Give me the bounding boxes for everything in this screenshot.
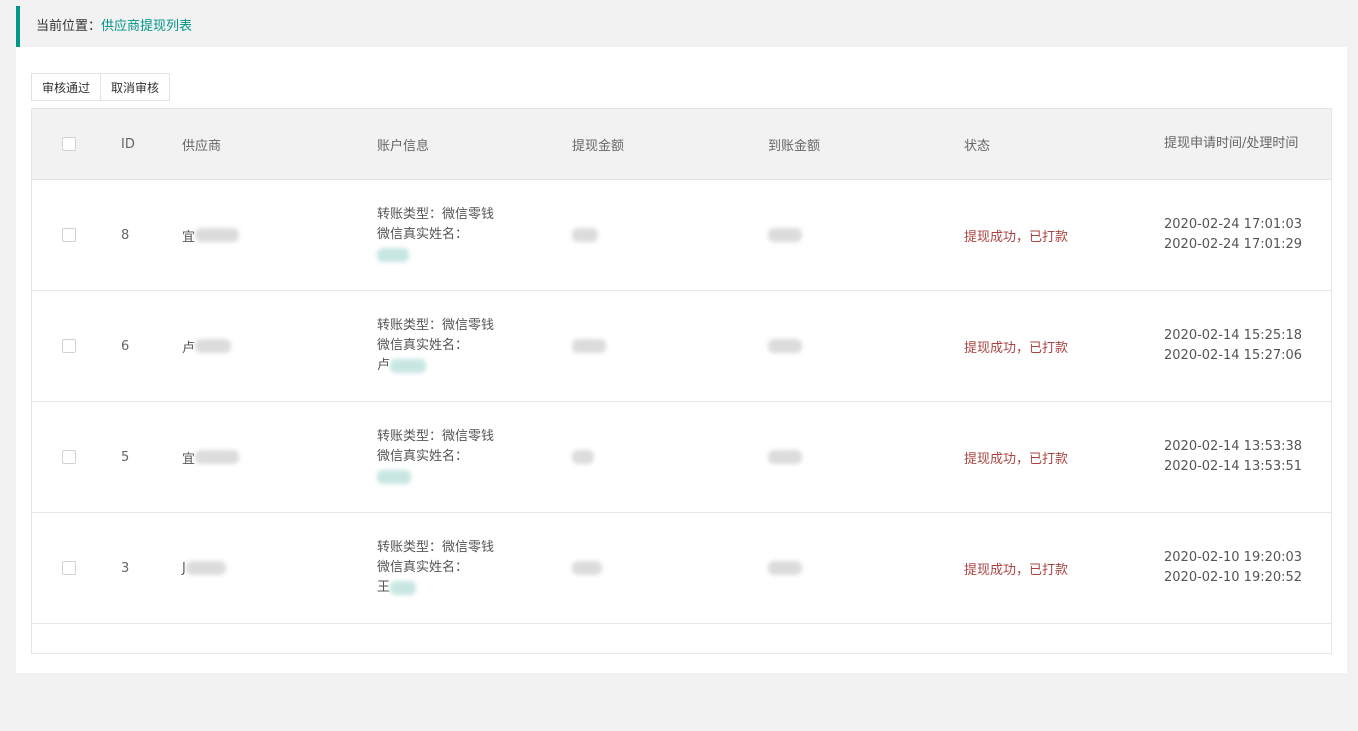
header-account: 账户信息	[377, 138, 430, 154]
supplier-name: 宜	[182, 451, 196, 467]
real-name-label: 微信真实姓名：	[377, 227, 469, 242]
redacted-amount	[572, 450, 594, 464]
table-row: 3 J 转账类型：微信零钱 微信真实姓名： 王 提现成功，已打款 2020-02…	[32, 512, 1331, 623]
transfer-type: 转账类型：微信零钱	[377, 540, 495, 555]
select-all-checkbox[interactable]	[62, 137, 76, 151]
table-row: 5 宜 转账类型：微信零钱 微信真实姓名： 提现成功，已打款 2020-02-1…	[32, 401, 1331, 512]
redacted-blur	[195, 228, 240, 242]
breadcrumb: 当前位置：供应商提现列表	[16, 6, 1347, 47]
redacted-blur	[377, 469, 411, 484]
redacted-arrival	[768, 339, 802, 353]
real-name: 王	[377, 580, 391, 595]
transfer-type: 转账类型：微信零钱	[377, 318, 495, 333]
table-row: 8 宜 转账类型：微信零钱 微信真实姓名： 提现成功，已打款 2020-02-2…	[32, 179, 1331, 290]
redacted-amount	[572, 228, 598, 242]
apply-time: 2020-02-10 19:20:03	[1164, 550, 1303, 565]
header-supplier: 供应商	[182, 138, 222, 154]
redacted-blur	[390, 580, 417, 595]
redacted-blur	[195, 339, 232, 353]
redacted-blur	[390, 358, 427, 373]
withdrawal-table: ID 供应商 账户信息 提现金额 到账金额 状态 提现申请时间/处理时间 8 宜…	[31, 108, 1332, 654]
breadcrumb-current[interactable]: 供应商提现列表	[101, 19, 192, 34]
table-header: ID 供应商 账户信息 提现金额 到账金额 状态 提现申请时间/处理时间	[32, 109, 1331, 179]
process-time: 2020-02-10 19:20:52	[1164, 570, 1303, 585]
row-id: 5	[121, 449, 130, 465]
apply-time: 2020-02-24 17:01:03	[1164, 217, 1303, 232]
real-name-label: 微信真实姓名：	[377, 338, 469, 353]
status-text: 提现成功，已打款	[964, 229, 1069, 245]
row-checkbox[interactable]	[62, 561, 76, 575]
redacted-blur	[377, 247, 409, 262]
redacted-amount	[572, 339, 606, 353]
apply-time: 2020-02-14 13:53:38	[1164, 439, 1303, 454]
transfer-type: 转账类型：微信零钱	[377, 429, 495, 444]
row-id: 3	[121, 560, 130, 576]
supplier-name: 卢	[182, 340, 196, 356]
row-checkbox[interactable]	[62, 228, 76, 242]
row-id: 6	[121, 338, 130, 354]
process-time: 2020-02-14 13:53:51	[1164, 459, 1303, 474]
real-name-label: 微信真实姓名：	[377, 560, 469, 575]
status-text: 提现成功，已打款	[964, 562, 1069, 578]
header-id: ID	[121, 136, 135, 152]
redacted-blur	[195, 450, 240, 464]
row-checkbox[interactable]	[62, 450, 76, 464]
process-time: 2020-02-24 17:01:29	[1164, 237, 1303, 252]
header-status: 状态	[964, 138, 991, 154]
header-amount: 提现金额	[572, 138, 625, 154]
header-time: 提现申请时间/处理时间	[1164, 136, 1299, 151]
row-id: 8	[121, 227, 130, 243]
redacted-arrival	[768, 450, 802, 464]
apply-time: 2020-02-14 15:25:18	[1164, 328, 1303, 343]
process-time: 2020-02-14 15:27:06	[1164, 348, 1303, 363]
real-name: 卢	[377, 358, 391, 373]
cancel-approve-button[interactable]: 取消审核	[101, 73, 171, 101]
table-row: 6 卢 转账类型：微信零钱 微信真实姓名： 卢 提现成功，已打款 2020-02…	[32, 290, 1331, 401]
status-text: 提现成功，已打款	[964, 340, 1069, 356]
row-checkbox[interactable]	[62, 339, 76, 353]
redacted-arrival	[768, 228, 802, 242]
status-text: 提现成功，已打款	[964, 451, 1069, 467]
toolbar: 审核通过 取消审核	[31, 73, 171, 101]
redacted-amount	[572, 561, 602, 575]
table-footer	[32, 623, 1331, 654]
redacted-arrival	[768, 561, 802, 575]
real-name-label: 微信真实姓名：	[377, 449, 469, 464]
supplier-name: 宜	[182, 229, 196, 245]
header-arrival: 到账金额	[768, 138, 821, 154]
approve-button[interactable]: 审核通过	[31, 73, 102, 101]
transfer-type: 转账类型：微信零钱	[377, 207, 495, 222]
redacted-blur	[185, 561, 226, 575]
breadcrumb-prefix: 当前位置：	[36, 19, 102, 34]
content-panel: 审核通过 取消审核 ID 供应商 账户信息 提现金额 到账金额 状态 提现申请时…	[16, 47, 1347, 673]
